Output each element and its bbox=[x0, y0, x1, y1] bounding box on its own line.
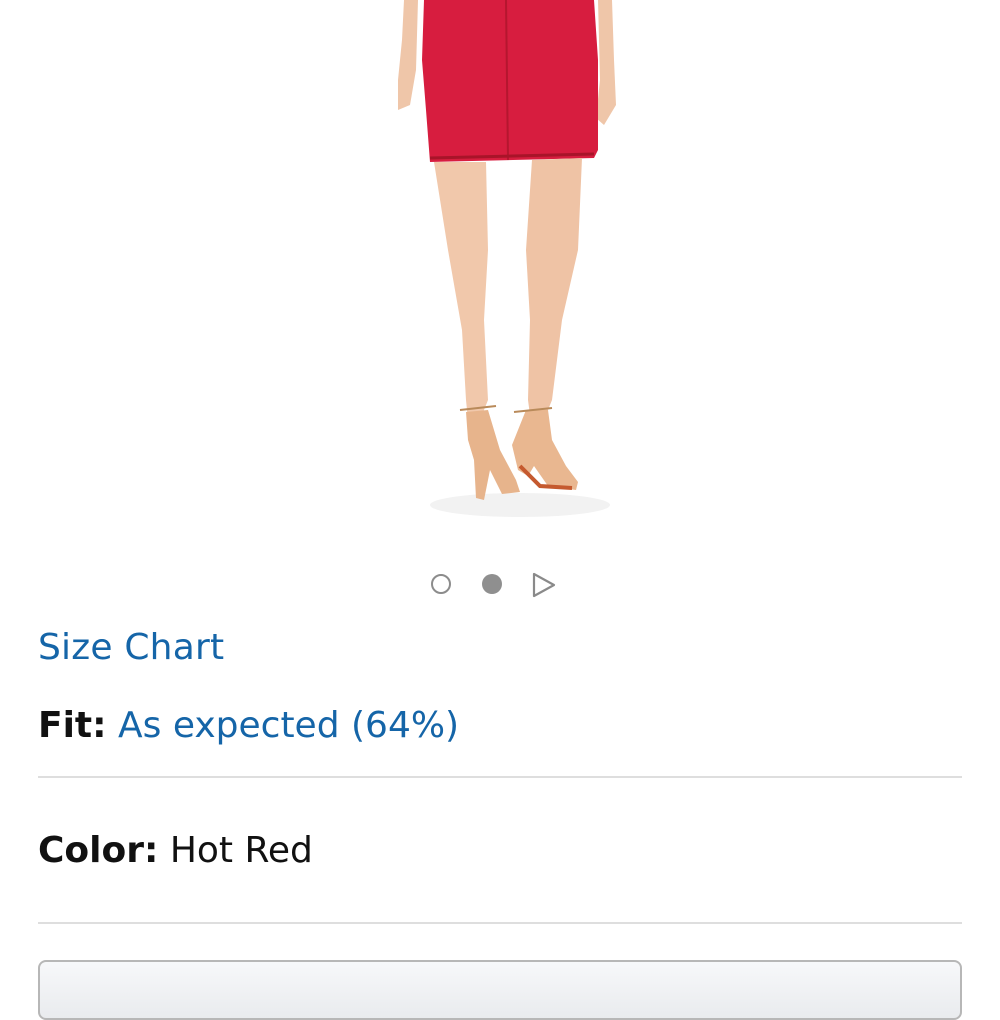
color-label: Color: bbox=[38, 830, 159, 871]
size-chart-link[interactable]: Size Chart bbox=[38, 624, 224, 672]
fit-value-link[interactable]: As expected (64%) bbox=[118, 705, 459, 746]
product-photo bbox=[398, 0, 616, 517]
carousel-dot-2-active[interactable] bbox=[482, 574, 502, 594]
divider bbox=[38, 776, 962, 778]
image-carousel-indicators bbox=[0, 570, 1000, 602]
color-value: Hot Red bbox=[169, 830, 313, 871]
color-row: Color: Hot Red bbox=[38, 827, 313, 875]
play-triangle-icon[interactable] bbox=[530, 571, 558, 599]
size-select-button[interactable] bbox=[38, 960, 962, 1020]
carousel-dot-1[interactable] bbox=[431, 574, 451, 594]
product-image[interactable] bbox=[0, 0, 1000, 560]
fit-row: Fit: As expected (64%) bbox=[38, 702, 459, 750]
fit-label: Fit: bbox=[38, 705, 107, 746]
divider bbox=[38, 922, 962, 924]
